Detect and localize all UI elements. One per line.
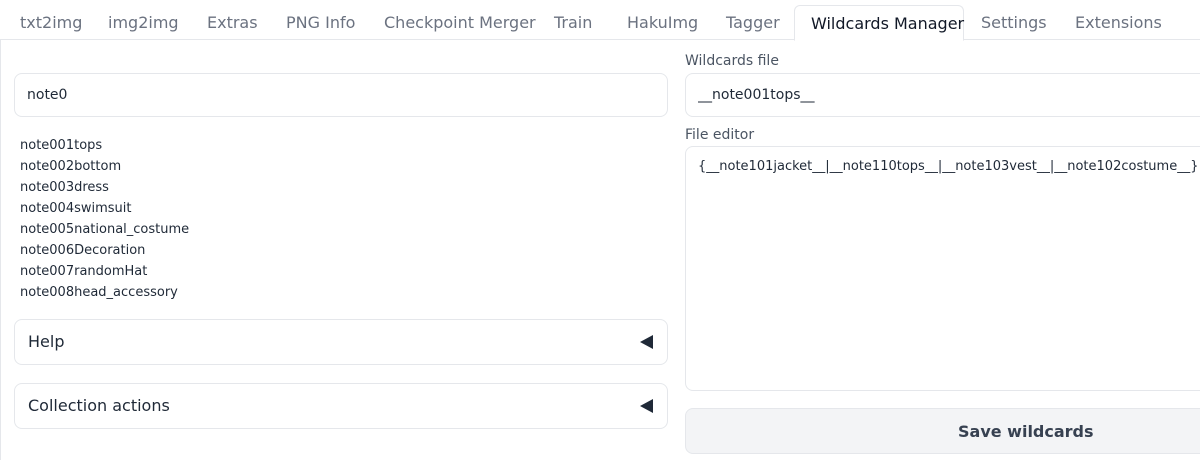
tab-tagger[interactable]: Tagger bbox=[726, 5, 780, 41]
save-wildcards-label: Save wildcards bbox=[958, 422, 1094, 441]
help-accordion-label: Help bbox=[28, 332, 65, 351]
tab-checkpoint-merger[interactable]: Checkpoint Merger bbox=[384, 5, 536, 41]
collapse-arrow-icon bbox=[640, 399, 653, 413]
panel-border bbox=[0, 40, 1, 460]
wildcard-search-input[interactable] bbox=[14, 73, 668, 117]
wildcard-list: note001tops note002bottom note003dress n… bbox=[20, 135, 189, 303]
list-item[interactable]: note005national_costume bbox=[20, 219, 189, 240]
list-item[interactable]: note001tops bbox=[20, 135, 189, 156]
wildcards-file-field[interactable] bbox=[685, 73, 1200, 117]
list-item[interactable]: note002bottom bbox=[20, 156, 189, 177]
tab-extensions[interactable]: Extensions bbox=[1075, 5, 1162, 41]
tab-settings[interactable]: Settings bbox=[981, 5, 1047, 41]
file-editor-label: File editor bbox=[685, 127, 755, 143]
list-item[interactable]: note006Decoration bbox=[20, 240, 189, 261]
list-item[interactable]: note008head_accessory bbox=[20, 282, 189, 303]
tab-png-info[interactable]: PNG Info bbox=[286, 5, 355, 41]
list-item[interactable]: note007randomHat bbox=[20, 261, 189, 282]
list-item[interactable]: note003dress bbox=[20, 177, 189, 198]
tab-bar: txt2img img2img Extras PNG Info Checkpoi… bbox=[0, 0, 1200, 41]
wildcards-file-label: Wildcards file bbox=[685, 53, 779, 69]
tab-train[interactable]: Train bbox=[554, 5, 592, 41]
file-editor-textarea[interactable]: {__note101jacket__|__note110tops__|__not… bbox=[685, 146, 1200, 391]
tab-img2img[interactable]: img2img bbox=[108, 5, 179, 41]
help-accordion[interactable]: Help bbox=[14, 319, 668, 365]
list-item[interactable]: note004swimsuit bbox=[20, 198, 189, 219]
tab-extras[interactable]: Extras bbox=[207, 5, 258, 41]
tab-hakuimg[interactable]: HakuImg bbox=[627, 5, 698, 41]
tab-txt2img[interactable]: txt2img bbox=[20, 5, 82, 41]
collapse-arrow-icon bbox=[640, 335, 653, 349]
collection-actions-accordion[interactable]: Collection actions bbox=[14, 383, 668, 429]
save-wildcards-button[interactable]: Save wildcards bbox=[685, 408, 1200, 454]
tab-wildcards-manager[interactable]: Wildcards Manager bbox=[794, 5, 964, 41]
collection-actions-label: Collection actions bbox=[28, 396, 170, 415]
